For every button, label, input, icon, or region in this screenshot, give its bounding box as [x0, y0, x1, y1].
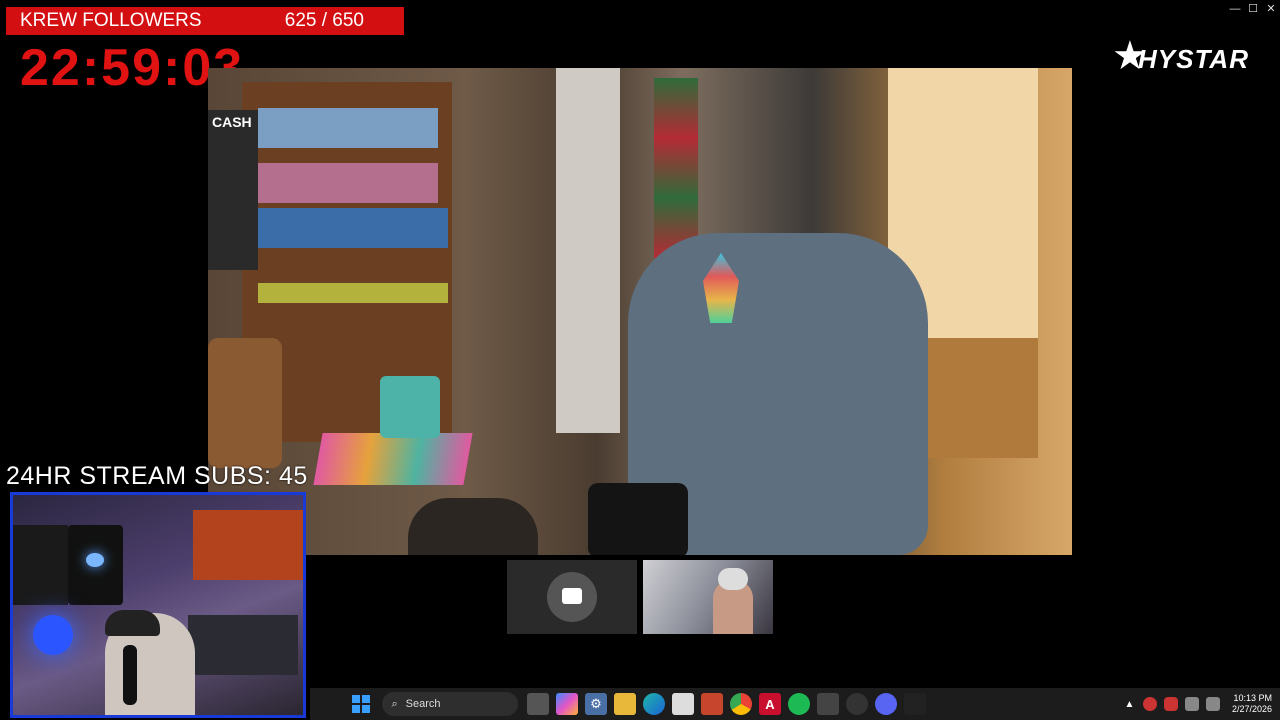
shelf-items-middle: [258, 163, 438, 203]
followers-label: KREW FOLLOWERS: [20, 10, 202, 31]
tray-app-icon[interactable]: [1143, 697, 1158, 711]
search-placeholder: Search: [405, 698, 441, 710]
taskbar-search[interactable]: ⌕ Search: [381, 692, 518, 716]
file-explorer-icon[interactable]: [614, 693, 636, 715]
cap: [105, 610, 160, 636]
toy-house: [380, 376, 440, 438]
voice-app-icon[interactable]: [817, 693, 839, 715]
tray-date: 2/27/2026: [1231, 704, 1272, 714]
call-participant-tile[interactable]: [507, 560, 637, 634]
maximize-button[interactable]: ☐: [1244, 2, 1262, 16]
tray-clock[interactable]: 10:13 PM 2/27/2026: [1232, 693, 1272, 715]
discord-icon[interactable]: [875, 693, 897, 715]
chevron-up-icon[interactable]: ▲: [1122, 697, 1136, 711]
cat: [408, 498, 538, 555]
followers-goal-bar: KREW FOLLOWERS 625 / 650: [6, 7, 404, 35]
microsoft-store-icon[interactable]: [672, 693, 694, 715]
search-icon: ⌕: [391, 697, 398, 710]
tray-time: 10:13 PM: [1233, 693, 1272, 703]
chrome-icon[interactable]: [730, 693, 752, 715]
poster-right: [193, 510, 303, 580]
copilot-icon[interactable]: [556, 693, 578, 715]
network-icon[interactable]: [1185, 697, 1200, 711]
logo-wordmark: HYSTAR: [1138, 44, 1249, 74]
shelf-items-top: [258, 108, 438, 148]
windows-start-icon[interactable]: [350, 693, 372, 715]
followers-count: 625 / 650: [284, 10, 364, 31]
taskbar: ⌕ Search ⚙ A ▲ 10:13 PM 2/27/2026: [310, 688, 1280, 720]
obs-icon[interactable]: [846, 693, 868, 715]
app-a-icon[interactable]: A: [759, 693, 781, 715]
christmas-garland: [654, 78, 698, 258]
desk-items: [258, 283, 448, 303]
cash-poster: CASH: [208, 110, 258, 270]
streamer-webcam: [10, 492, 306, 718]
microphone-arm: [588, 483, 688, 555]
video-camera-icon: [562, 588, 582, 604]
blue-light: [33, 615, 73, 655]
desk-setup: [188, 615, 298, 675]
photos-icon[interactable]: [701, 693, 723, 715]
subs-counter: 24HR STREAM SUBS: 45: [6, 462, 308, 490]
system-tray: ▲ 10:13 PM 2/27/2026: [1119, 688, 1273, 720]
hystar-logo: ★ HYSTAR: [1112, 36, 1270, 80]
edge-icon[interactable]: [643, 693, 665, 715]
settings-icon[interactable]: ⚙: [585, 693, 607, 715]
main-camera-feed: CASH: [208, 68, 1072, 555]
mic-icon[interactable]: [1164, 697, 1179, 711]
task-view-icon[interactable]: [527, 693, 549, 715]
app-other-icon[interactable]: [904, 693, 926, 715]
call-participant-video[interactable]: [643, 560, 773, 634]
controller-icon: [86, 553, 104, 567]
poster-light: [68, 525, 123, 605]
microphone-icon: [123, 645, 137, 705]
volume-icon[interactable]: [1206, 697, 1221, 711]
shelf-board-games: [258, 208, 448, 248]
spotify-icon[interactable]: [788, 693, 810, 715]
door: [556, 68, 620, 433]
headphones-icon: [718, 568, 748, 590]
minimize-button[interactable]: —: [1226, 2, 1244, 16]
tie-dye-rug: [313, 433, 473, 485]
poster-left: [13, 525, 68, 605]
close-button[interactable]: ✕: [1262, 2, 1280, 16]
couch: [208, 338, 282, 468]
